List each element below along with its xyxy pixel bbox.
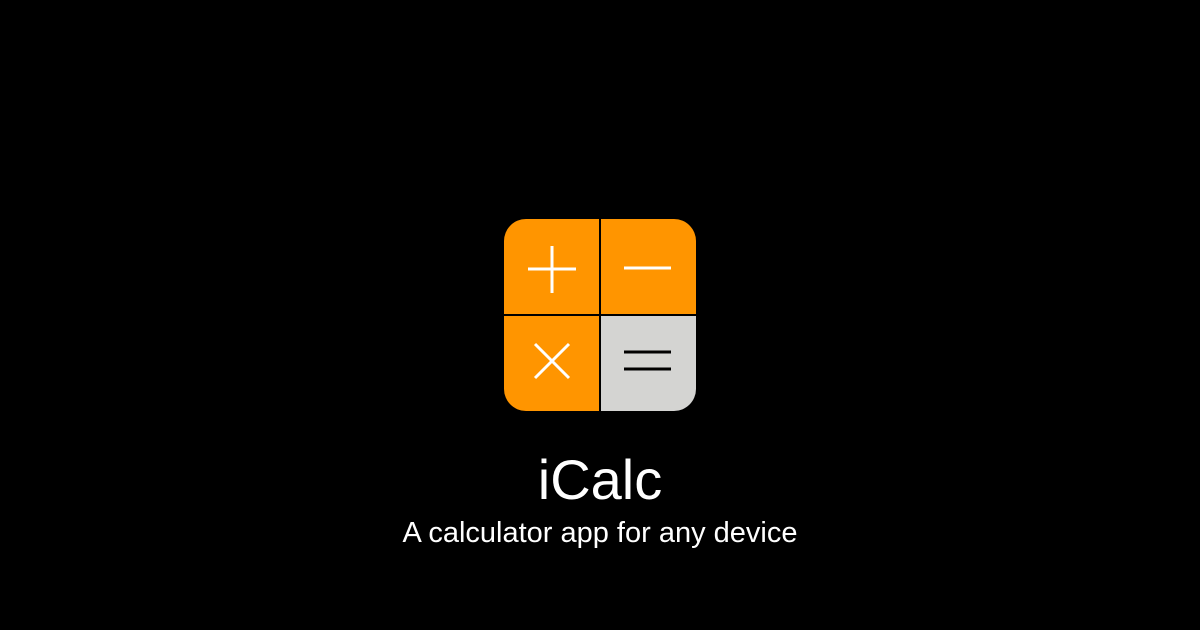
multiply-tile bbox=[504, 316, 599, 411]
plus-tile bbox=[504, 219, 599, 314]
equals-icon bbox=[624, 350, 671, 371]
app-name: iCalc bbox=[537, 448, 663, 511]
minus-tile bbox=[601, 219, 696, 314]
minus-icon bbox=[624, 266, 671, 270]
share-card: iCalc A calculator app for any device bbox=[0, 0, 1200, 630]
app-icon bbox=[504, 219, 696, 411]
equals-tile bbox=[601, 316, 696, 411]
plus-icon bbox=[528, 246, 576, 293]
app-tagline: A calculator app for any device bbox=[402, 517, 798, 549]
multiply-icon bbox=[533, 342, 571, 380]
